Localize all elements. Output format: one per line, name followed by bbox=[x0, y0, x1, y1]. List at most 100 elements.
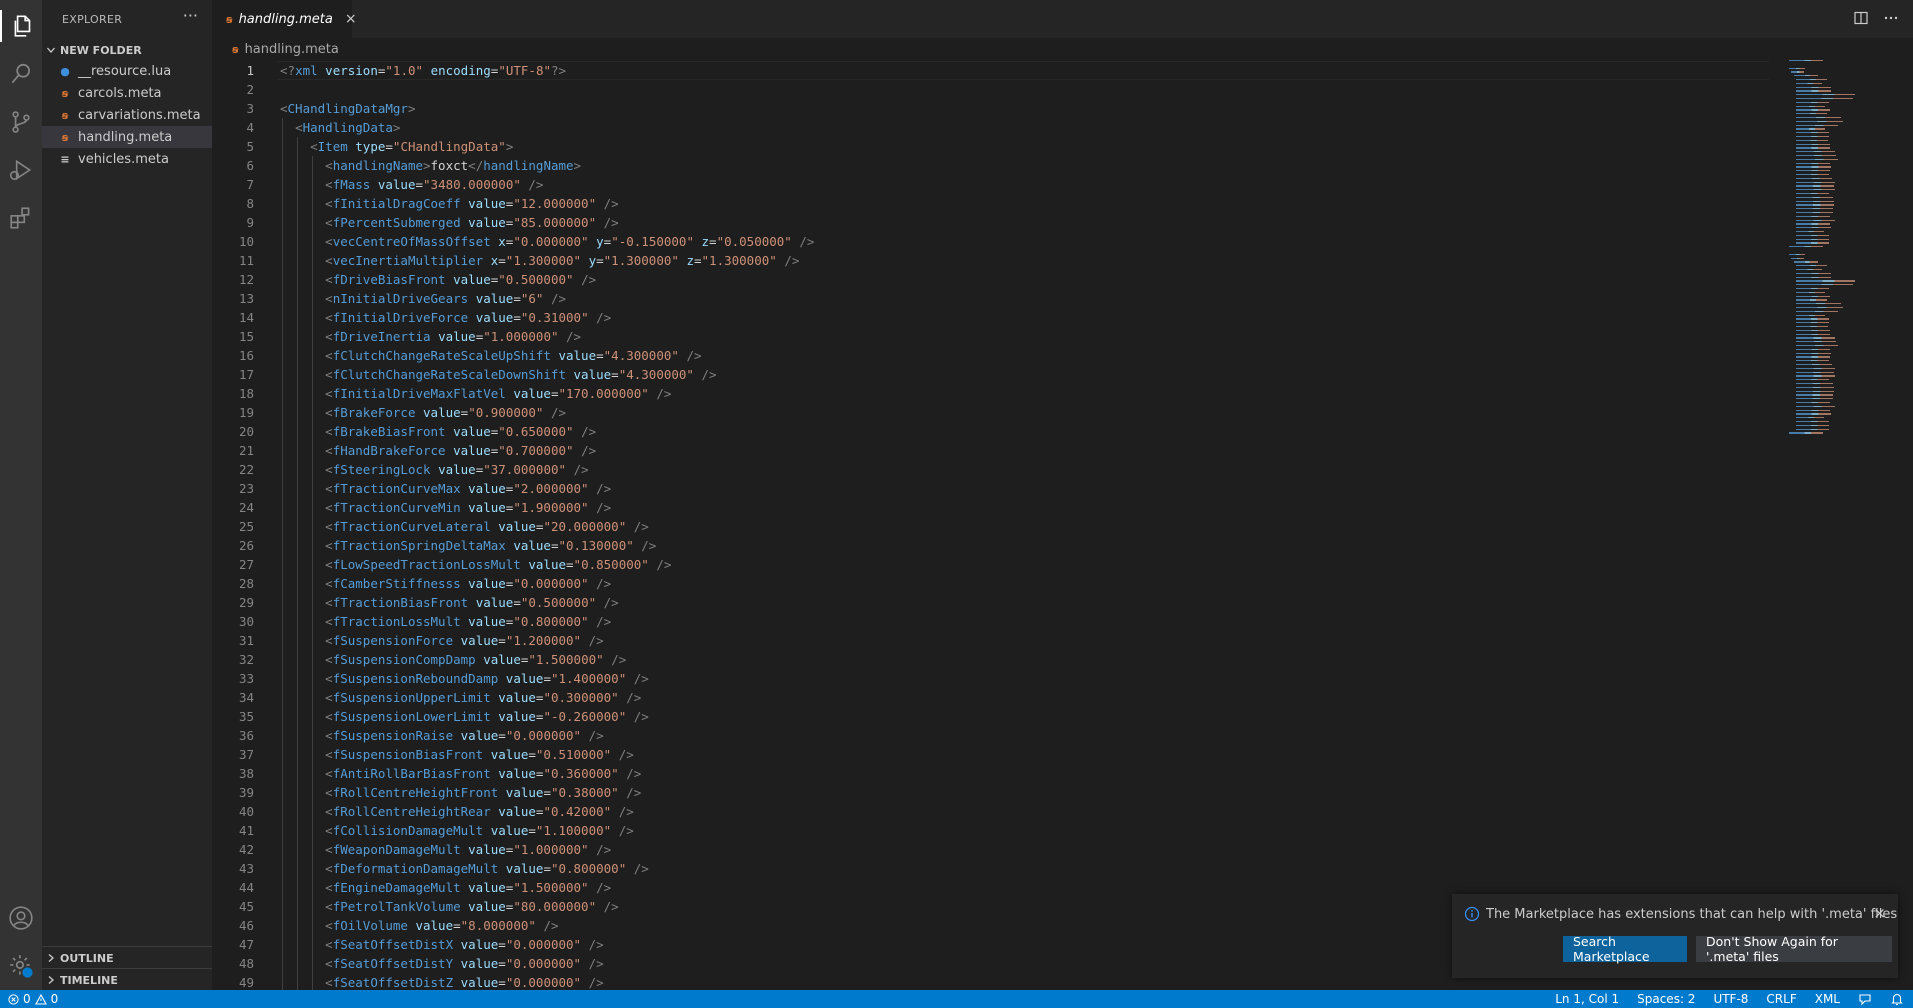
code-line[interactable]: 15 <fDriveInertia value="1.000000" /> bbox=[212, 327, 1789, 346]
code-line[interactable]: 38 <fAntiRollBarBiasFront value="0.36000… bbox=[212, 764, 1789, 783]
code-line[interactable]: 40 <fRollCentreHeightRear value="0.42000… bbox=[212, 802, 1789, 821]
file-item-resource-lua[interactable]: ● __resource.lua bbox=[42, 60, 212, 82]
code-line[interactable]: 30 <fTractionLossMult value="0.800000" /… bbox=[212, 612, 1789, 631]
line-number: 40 bbox=[238, 804, 254, 819]
code-line[interactable]: 13 <nInitialDriveGears value="6" /> bbox=[212, 289, 1789, 308]
code-line[interactable]: 20 <fBrakeBiasFront value="0.650000" /> bbox=[212, 422, 1789, 441]
accounts-icon[interactable] bbox=[5, 902, 37, 934]
split-editor-icon[interactable] bbox=[1853, 10, 1869, 26]
scrollbar[interactable] bbox=[1899, 60, 1913, 980]
code-line[interactable]: 39 <fRollCentreHeightFront value="0.3800… bbox=[212, 783, 1789, 802]
code-text: <fRollCentreHeightRear value="0.42000" /… bbox=[325, 804, 634, 819]
cursor-position[interactable]: Ln 1, Col 1 bbox=[1546, 990, 1628, 1008]
search-marketplace-button[interactable]: Search Marketplace bbox=[1563, 934, 1687, 964]
minimap-line bbox=[1796, 288, 1829, 290]
file-item-carvariations-meta[interactable]: ꞩ carvariations.meta bbox=[42, 104, 212, 126]
code-line[interactable]: 18 <fInitialDriveMaxFlatVel value="170.0… bbox=[212, 384, 1789, 403]
code-line[interactable]: 2 bbox=[212, 80, 1789, 99]
code-line[interactable]: 42 <fWeaponDamageMult value="1.000000" /… bbox=[212, 840, 1789, 859]
minimap-line bbox=[1796, 360, 1830, 362]
code-line[interactable]: 21 <fHandBrakeForce value="0.700000" /> bbox=[212, 441, 1789, 460]
minimap[interactable] bbox=[1789, 60, 1899, 990]
problems-indicator[interactable]: 0 0 bbox=[8, 990, 58, 1008]
code-line[interactable]: 37 <fSuspensionBiasFront value="0.510000… bbox=[212, 745, 1789, 764]
minimap-line bbox=[1796, 345, 1838, 347]
minimap-line bbox=[1796, 124, 1838, 126]
more-actions-icon[interactable]: ··· bbox=[183, 6, 198, 25]
code-line[interactable]: 35 <fSuspensionLowerLimit value="-0.2600… bbox=[212, 707, 1789, 726]
code-line[interactable]: 27 <fLowSpeedTractionLossMult value="0.8… bbox=[212, 555, 1789, 574]
code-editor[interactable]: 1 <?xml version="1.0" encoding="UTF-8"?> 2… bbox=[212, 60, 1789, 990]
code-line[interactable]: 9 <fPercentSubmerged value="85.000000" /… bbox=[212, 213, 1789, 232]
code-line[interactable]: 4 <HandlingData> bbox=[212, 118, 1789, 137]
code-line[interactable]: 41 <fCollisionDamageMult value="1.100000… bbox=[212, 821, 1789, 840]
close-icon[interactable]: × bbox=[1873, 904, 1886, 922]
status-bar-right: Ln 1, Col 1 Spaces: 2 UTF-8 CRLF XML bbox=[1546, 990, 1913, 1008]
code-line[interactable]: 5 <Item type="CHandlingData"> bbox=[212, 137, 1789, 156]
end-of-line[interactable]: CRLF bbox=[1757, 990, 1805, 1008]
code-line[interactable]: 34 <fSuspensionUpperLimit value="0.30000… bbox=[212, 688, 1789, 707]
indentation[interactable]: Spaces: 2 bbox=[1628, 990, 1704, 1008]
code-line[interactable]: 6 <handlingName>foxct</handlingName> bbox=[212, 156, 1789, 175]
encoding[interactable]: UTF-8 bbox=[1704, 990, 1757, 1008]
file-item-handling-meta[interactable]: ꞩ handling.meta bbox=[42, 126, 212, 148]
notifications-bell-icon[interactable] bbox=[1881, 990, 1913, 1008]
rss-icon: ꞩ bbox=[232, 42, 239, 56]
code-line[interactable]: 43 <fDeformationDamageMult value="0.8000… bbox=[212, 859, 1789, 878]
file-item-carcols-meta[interactable]: ꞩ carcols.meta bbox=[42, 82, 212, 104]
explorer-icon[interactable] bbox=[0, 10, 44, 42]
dont-show-again-button[interactable]: Don't Show Again for '.meta' files bbox=[1696, 934, 1892, 964]
minimap-line bbox=[1796, 413, 1832, 415]
code-line[interactable]: 7 <fMass value="3480.000000" /> bbox=[212, 175, 1789, 194]
code-line[interactable]: 14 <fInitialDriveForce value="0.31000" /… bbox=[212, 308, 1789, 327]
code-line[interactable]: 26 <fTractionSpringDeltaMax value="0.130… bbox=[212, 536, 1789, 555]
indent-guide bbox=[282, 118, 283, 990]
search-icon[interactable] bbox=[5, 58, 37, 90]
code-text: <fLowSpeedTractionLossMult value="0.8500… bbox=[325, 557, 672, 572]
minimap-line bbox=[1796, 303, 1842, 305]
line-number: 11 bbox=[238, 253, 254, 268]
code-line[interactable]: 29 <fTractionBiasFront value="0.500000" … bbox=[212, 593, 1789, 612]
language-mode[interactable]: XML bbox=[1806, 990, 1849, 1008]
code-line[interactable]: 31 <fSuspensionForce value="1.200000" /> bbox=[212, 631, 1789, 650]
minimap-line bbox=[1796, 120, 1843, 123]
line-number: 39 bbox=[238, 785, 254, 800]
file-item-vehicles-meta[interactable]: ≡ vehicles.meta bbox=[42, 148, 212, 170]
timeline-section[interactable]: TIMELINE bbox=[42, 968, 212, 991]
code-line[interactable]: 19 <fBrakeForce value="0.900000" /> bbox=[212, 403, 1789, 422]
more-actions-icon[interactable] bbox=[1883, 10, 1899, 26]
feedback-icon[interactable] bbox=[1849, 990, 1881, 1008]
code-line[interactable]: 23 <fTractionCurveMax value="2.000000" /… bbox=[212, 479, 1789, 498]
code-line[interactable]: 28 <fCamberStiffnesss value="0.000000" /… bbox=[212, 574, 1789, 593]
code-text: <fCollisionDamageMult value="1.100000" /… bbox=[325, 823, 634, 838]
code-line[interactable]: 16 <fClutchChangeRateScaleUpShift value=… bbox=[212, 346, 1789, 365]
code-line[interactable]: 22 <fSteeringLock value="37.000000" /> bbox=[212, 460, 1789, 479]
code-line[interactable]: 8 <fInitialDragCoeff value="12.000000" /… bbox=[212, 194, 1789, 213]
minimap-line bbox=[1796, 170, 1831, 172]
code-line[interactable]: 33 <fSuspensionReboundDamp value="1.4000… bbox=[212, 669, 1789, 688]
code-line[interactable]: 1 <?xml version="1.0" encoding="UTF-8"?> bbox=[212, 61, 1789, 80]
minimap-line bbox=[1796, 314, 1825, 316]
code-line[interactable]: 11 <vecInertiaMultiplier x="1.300000" y=… bbox=[212, 251, 1789, 270]
code-line[interactable]: 25 <fTractionCurveLateral value="20.0000… bbox=[212, 517, 1789, 536]
minimap-line bbox=[1796, 208, 1834, 210]
code-line[interactable]: 17 <fClutchChangeRateScaleDownShift valu… bbox=[212, 365, 1789, 384]
code-line[interactable]: 10 <vecCentreOfMassOffset x="0.000000" y… bbox=[212, 232, 1789, 251]
editor-tab-bar: ꞩ handling.meta × bbox=[212, 0, 1913, 38]
outline-section[interactable]: OUTLINE bbox=[42, 946, 212, 969]
code-line[interactable]: 32 <fSuspensionCompDamp value="1.500000"… bbox=[212, 650, 1789, 669]
manage-gear-icon[interactable] bbox=[5, 950, 37, 982]
breadcrumb-file[interactable]: handling.meta bbox=[245, 42, 339, 57]
code-line[interactable]: 12 <fDriveBiasFront value="0.500000" /> bbox=[212, 270, 1789, 289]
code-line[interactable]: 3 <CHandlingDataMgr> bbox=[212, 99, 1789, 118]
code-line[interactable]: 36 <fSuspensionRaise value="0.000000" /> bbox=[212, 726, 1789, 745]
close-icon[interactable]: × bbox=[345, 11, 357, 27]
folder-header[interactable]: NEW FOLDER bbox=[42, 40, 212, 60]
rss-icon: ꞩ bbox=[61, 130, 69, 144]
code-line[interactable]: 24 <fTractionCurveMin value="1.900000" /… bbox=[212, 498, 1789, 517]
run-debug-icon[interactable] bbox=[5, 154, 37, 186]
tab-handling-meta[interactable]: ꞩ handling.meta × bbox=[212, 0, 357, 38]
source-control-icon[interactable] bbox=[5, 106, 37, 138]
code-text: <fSeatOffsetDistZ value="0.000000" /> bbox=[325, 975, 604, 990]
extensions-icon[interactable] bbox=[5, 202, 37, 234]
